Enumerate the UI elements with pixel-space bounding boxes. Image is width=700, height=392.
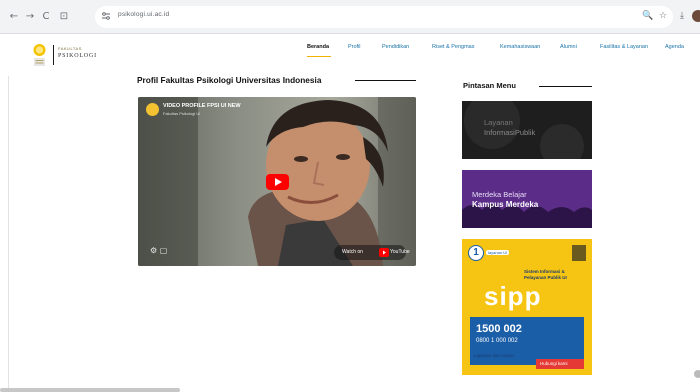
sipp-small-badge: layanan UI (486, 250, 510, 255)
sipp-phone-1: 1500 002 (476, 323, 522, 335)
play-icon[interactable] (266, 174, 289, 190)
nav-kemahasiswaan[interactable]: Kemahasiswaan (500, 44, 540, 50)
video-controls[interactable]: ⚙ ▢ (150, 246, 167, 255)
forward-icon[interactable]: → (24, 11, 36, 23)
channel-avatar[interactable] (146, 103, 159, 116)
logo-divider (53, 45, 54, 65)
sipp-footer-2: Hubungi kami (540, 361, 568, 366)
sidebar-title-rule (539, 86, 592, 87)
watch-on-youtube-button[interactable]: Watch on YouTube (334, 245, 410, 260)
site-header (0, 34, 700, 76)
video-title[interactable]: VIDEO PROFILE FPSI UI NEW (163, 103, 241, 109)
sipp-number-badge: 1 (468, 245, 484, 261)
video-embed[interactable]: VIDEO PROFILE FPSI UI NEW Fakultas Psiko… (138, 97, 416, 266)
sidebar-title: Pintasan Menu (463, 81, 516, 90)
tab-icon[interactable]: ⊡ (58, 11, 70, 23)
banner2-line2: Kampus Merdeka (472, 200, 539, 209)
banner1-line2: InformasiPublik (484, 128, 536, 137)
back-icon[interactable]: ← (8, 11, 20, 23)
nav-alumni[interactable]: Alumni (560, 44, 577, 50)
title-rule (355, 80, 416, 81)
sipp-brand: sipp (484, 281, 542, 311)
browser-toolbar: ← → C ⊡ psikologi.ui.ac.id 🔍 ☆ ⤓ (0, 0, 700, 34)
reload-icon[interactable]: C (40, 11, 52, 23)
youtube-wordmark: YouTube (390, 249, 410, 255)
banner2-line1: Merdeka Belajar (472, 190, 527, 199)
banner2-bg (462, 170, 592, 228)
banner-merdeka-belajar[interactable]: Merdeka Belajar Kampus Merdeka (462, 170, 592, 228)
sipp-footer-1: Layanan dan Aduan (474, 353, 515, 358)
nav-agenda[interactable]: Agenda (665, 44, 684, 50)
scroll-to-top-button[interactable] (694, 370, 700, 378)
bookmark-star-icon[interactable]: ☆ (657, 10, 669, 22)
ui-makara-logo-icon[interactable] (33, 43, 46, 67)
horizontal-scrollbar[interactable] (0, 388, 180, 392)
logo-caption: FAKULTAS (58, 46, 82, 51)
profile-avatar[interactable] (692, 10, 700, 22)
sipp-phone-2: 0800 1 000 002 (476, 338, 518, 344)
logo-wordmark[interactable]: PSIKOLOGI (58, 53, 97, 59)
download-icon[interactable]: ⤓ (676, 10, 688, 22)
zoom-icon[interactable]: 🔍 (642, 10, 654, 22)
nav-riset-pengmas[interactable]: Riset & Pengmas (432, 44, 475, 50)
section-title: Profil Fakultas Psikologi Universitas In… (137, 75, 322, 85)
banner-sipp-ui[interactable]: 1 layanan UI Sistem Informasi & Pelayana… (462, 239, 592, 375)
page-border (8, 76, 9, 392)
active-nav-indicator (307, 56, 331, 57)
nav-profil[interactable]: Profil (348, 44, 361, 50)
url-text[interactable]: psikologi.ui.ac.id (118, 11, 169, 18)
site-info-icon[interactable] (100, 10, 112, 22)
nav-fasilitas-layanan[interactable]: Fasilitas & Layanan (600, 44, 648, 50)
banner-layanan-informasi-publik[interactable]: Layanan InformasiPublik (462, 101, 592, 159)
sipp-heading: Sistem Informasi & Pelayanan Publik UI (524, 269, 567, 280)
nav-pendidikan[interactable]: Pendidikan (382, 44, 409, 50)
watch-on-label: Watch on (342, 249, 363, 255)
video-channel[interactable]: Fakultas Psikologi UI (163, 111, 200, 116)
address-bar[interactable] (95, 6, 673, 28)
banner1-line1: Layanan (484, 118, 513, 127)
nav-beranda[interactable]: Beranda (307, 44, 329, 50)
